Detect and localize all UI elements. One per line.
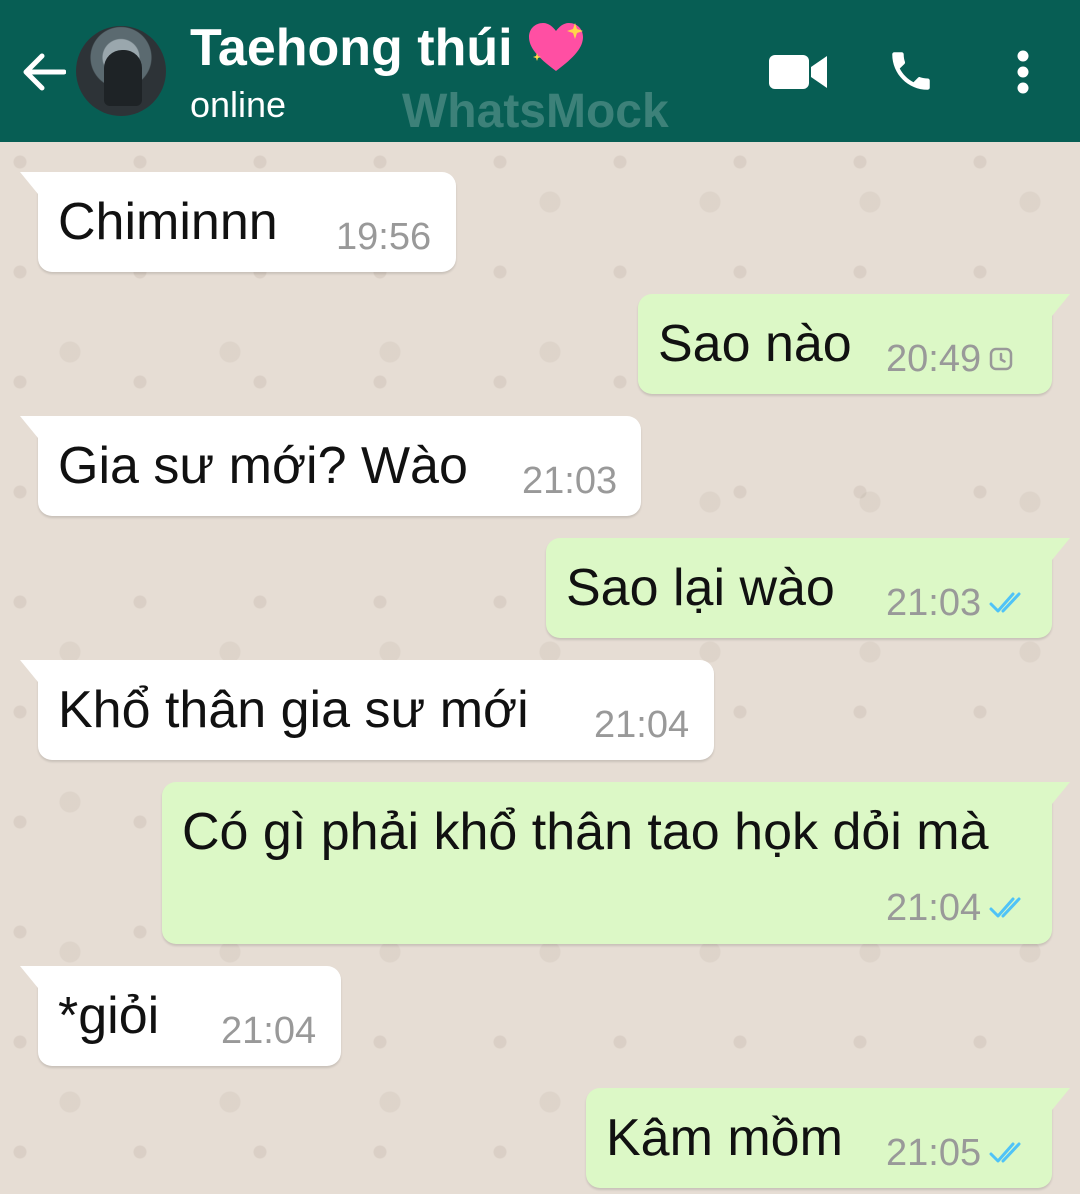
message-time: 21:04 bbox=[221, 1010, 317, 1052]
read-double-check-icon bbox=[989, 590, 1029, 616]
message-text: Chiminnn bbox=[58, 193, 278, 251]
watermark-text: WhatsMock bbox=[402, 85, 669, 138]
message-time: 21:04 bbox=[594, 704, 690, 746]
message-meta: 21:04 bbox=[594, 703, 689, 747]
message-meta: 21:03 bbox=[886, 581, 1029, 625]
message-text: Khổ thân gia sư mới bbox=[58, 681, 529, 739]
sparkling-heart-icon bbox=[527, 21, 585, 75]
message-text: Sao lại wào bbox=[566, 559, 835, 617]
message-bubble-incoming[interactable]: Gia sư mới? Wào 21:03 bbox=[20, 416, 641, 516]
video-call-button[interactable] bbox=[764, 46, 832, 98]
message-time: 19:56 bbox=[336, 216, 432, 258]
read-double-check-icon bbox=[989, 1140, 1029, 1166]
message-text: Có gì phải khổ thân tao họk dỏi mà bbox=[182, 803, 989, 861]
contact-name-text: Taehong thúi bbox=[190, 19, 513, 77]
contact-status: online bbox=[190, 84, 287, 125]
message-text: Sao nào bbox=[658, 315, 852, 373]
message-bubble-outgoing[interactable]: Kâm mồm 21:05 bbox=[586, 1088, 1070, 1188]
back-button[interactable] bbox=[20, 46, 68, 98]
arrow-left-icon bbox=[23, 53, 66, 91]
message-meta: 21:04 bbox=[221, 1009, 316, 1053]
message-text: Gia sư mới? Wào bbox=[58, 437, 468, 495]
message-bubble-incoming[interactable]: Chiminnn 19:56 bbox=[20, 172, 456, 272]
message-meta: 21:03 bbox=[522, 459, 617, 503]
message-text: Kâm mồm bbox=[606, 1109, 843, 1167]
message-meta: 21:04 bbox=[886, 886, 1029, 930]
phone-icon bbox=[892, 52, 930, 90]
message-meta: 21:05 bbox=[886, 1131, 1029, 1175]
message-time: 21:03 bbox=[886, 582, 982, 624]
pending-clock-icon bbox=[989, 347, 1013, 371]
message-text: *giỏi bbox=[58, 987, 160, 1045]
message-time: 20:49 bbox=[886, 338, 982, 380]
message-time: 21:05 bbox=[886, 1132, 982, 1174]
message-bubble-outgoing[interactable]: Sao lại wào 21:03 bbox=[546, 538, 1070, 638]
chat-header: Taehong thúi online WhatsMock bbox=[0, 0, 1080, 142]
more-vertical-icon bbox=[1017, 50, 1029, 94]
message-meta: 20:49 bbox=[886, 337, 1013, 381]
more-options-button[interactable] bbox=[1000, 42, 1046, 102]
message-time: 21:04 bbox=[886, 887, 982, 929]
message-meta: 19:56 bbox=[336, 215, 431, 259]
voice-call-button[interactable] bbox=[882, 42, 940, 100]
video-camera-icon bbox=[769, 55, 827, 89]
message-bubble-outgoing[interactable]: Sao nào 20:49 bbox=[638, 294, 1070, 394]
message-bubble-incoming[interactable]: *giỏi 21:04 bbox=[20, 966, 341, 1066]
read-double-check-icon bbox=[989, 895, 1029, 921]
contact-name[interactable]: Taehong thúi bbox=[190, 18, 585, 78]
contact-avatar[interactable] bbox=[76, 26, 166, 116]
message-bubble-incoming[interactable]: Khổ thân gia sư mới 21:04 bbox=[20, 660, 714, 760]
message-bubble-outgoing[interactable]: Có gì phải khổ thân tao họk dỏi mà 21:04 bbox=[162, 782, 1070, 944]
message-time: 21:03 bbox=[522, 460, 618, 502]
